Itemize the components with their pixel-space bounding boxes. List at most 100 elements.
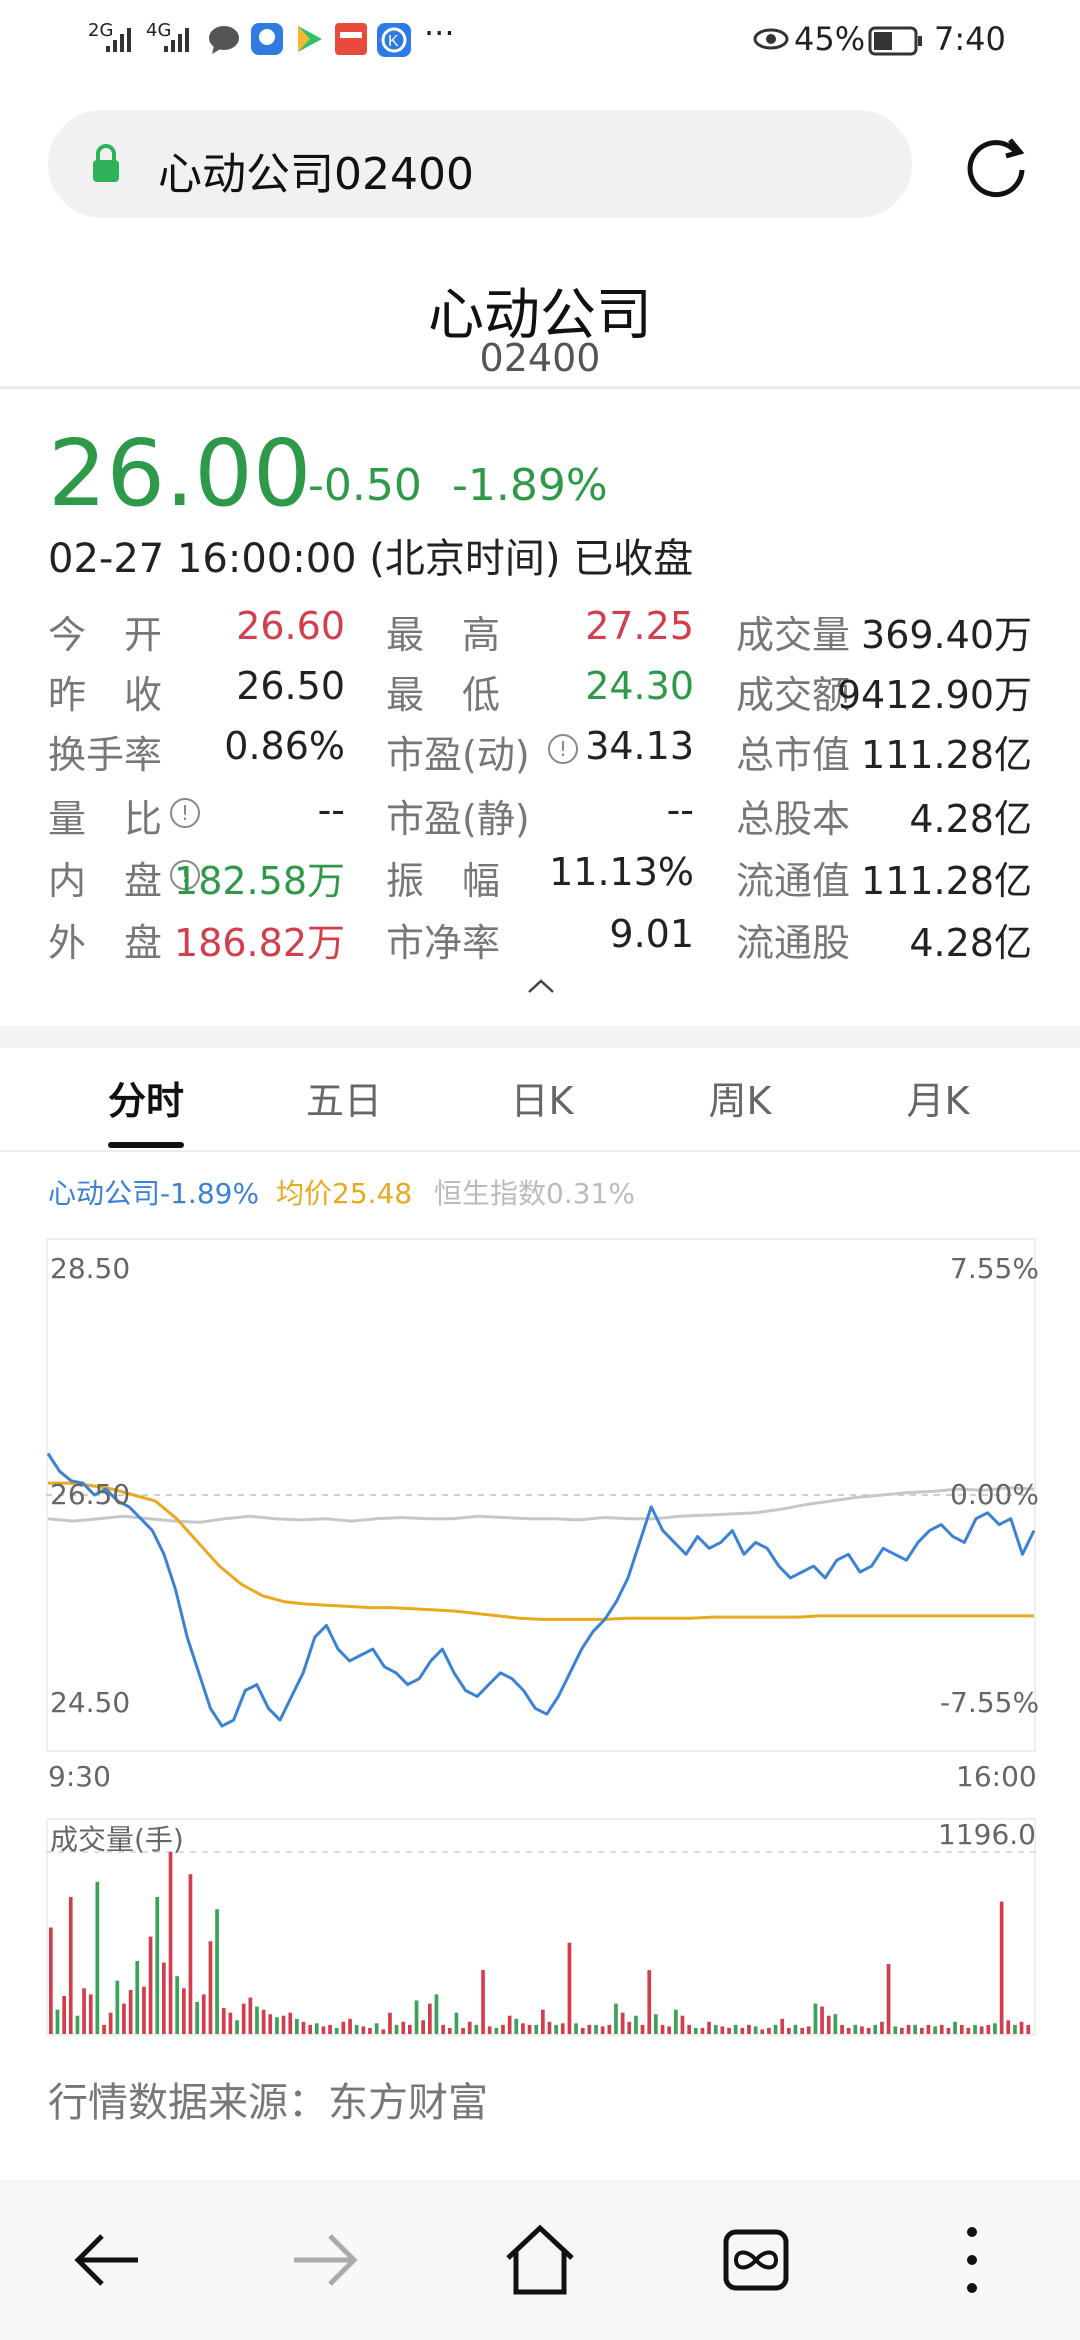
volume-bar [414,2000,419,2034]
address-bar[interactable]: 心动公司02400 [48,110,912,218]
volume-bar [447,2027,452,2034]
volume-bar [993,2023,997,2034]
volume-bar [388,2012,392,2034]
volume-bar [747,2024,751,2034]
stat-value: -- [317,788,345,832]
volume-bar [49,1927,53,2034]
stat-value: 111.28亿 [861,859,1032,903]
volume-bar [295,2018,299,2034]
volume-bar [461,2027,465,2034]
volume-bar [155,1897,160,2034]
volume-bar [182,1988,186,2034]
volume-bar [1006,2020,1011,2034]
volume-bar [175,1976,179,2034]
volume-bar [820,2006,824,2034]
refresh-icon[interactable] [960,130,1032,202]
volume-bar [973,2024,977,2034]
volume-bar [188,1874,193,2034]
volume-bar [946,2027,951,2034]
video-app-icon [298,26,322,52]
volume-bar [886,1964,891,2034]
volume-bar [674,2009,678,2034]
volume-bar [866,2027,871,2034]
volume-bar [328,2024,332,2034]
stat-value: 11.13% [549,850,694,894]
volume-bar [846,2027,851,2034]
volume-bar [401,2021,406,2034]
volume-bar [640,2024,645,2034]
data-source: 行情数据来源：东方财富 [48,2080,488,2126]
tab-3[interactable]: 日K [442,1070,642,1125]
volume-bar [760,2029,765,2034]
home-icon[interactable] [500,2220,580,2300]
volume-bar [700,2027,705,2034]
volume-bar [767,2027,771,2034]
signal-icon [164,28,189,52]
volume-bar [521,2023,525,2034]
volume-bar [514,2018,519,2034]
volume-bar [926,2024,931,2034]
volume-bar [241,2003,246,2034]
volume-bar [168,1852,173,2034]
volume-bar [208,1941,213,2034]
volume-bar [707,2021,711,2034]
battery-icon [868,26,922,56]
intraday-chart[interactable] [46,1238,1036,1752]
volume-bar [381,2029,386,2034]
bottom-navigation [0,2180,1080,2340]
collapse-chevron-icon[interactable] [526,976,556,996]
eye-comfort-icon [753,28,789,50]
volume-bar [873,2024,878,2034]
volume-bar [620,2012,625,2034]
volume-bar [853,2024,858,2034]
battery-percent: 45% [794,20,866,58]
tab-1[interactable]: 分时 [46,1070,246,1125]
volume-bar [321,2026,326,2034]
volume-bar [348,2018,352,2034]
volume-bar [128,1989,133,2034]
volume-bar [434,1994,439,2034]
volume-bar [308,2024,312,2034]
volume-bar [554,2024,558,2034]
more-menu-icon[interactable] [932,2220,1012,2300]
volume-bar [1013,2024,1017,2034]
stat-value: 27.25 [585,604,694,648]
stat-value: 9412.90万 [836,673,1032,717]
sohu-video-icon [335,23,367,55]
legend-stock: 心动公司-1.89% [48,1177,260,1210]
forward-icon[interactable] [284,2220,364,2300]
volume-bar [228,2012,233,2034]
volume-bar [374,2023,379,2034]
signal-icon [106,28,131,52]
volume-bar [587,2024,592,2034]
volume-bar [162,1962,166,2034]
volume-bar [341,2021,346,2034]
volume-bar [62,1996,66,2034]
volume-bar [361,2026,366,2034]
y-axis-right-top-label: 7.55% [950,1252,1039,1285]
volume-bar [394,2024,399,2034]
volume-bar [75,2015,80,2034]
volume-bar [880,2021,884,2034]
back-icon[interactable] [68,2220,148,2300]
more-notifications: ··· [424,14,455,52]
volume-bar [787,2027,791,2034]
tabs-icon[interactable] [716,2220,796,2300]
volume-bar [893,2026,898,2034]
volume-chart[interactable] [46,1818,1036,2036]
tab-2[interactable]: 五日 [244,1070,444,1125]
tab-4[interactable]: 周K [640,1070,840,1125]
volume-bar [334,2027,339,2034]
x-axis-end-label: 16:00 [956,1760,1037,1793]
volume-bar [82,1988,86,2034]
y-axis-top-label: 28.50 [50,1252,131,1285]
volume-bar [654,2014,658,2034]
volume-bar [55,2009,60,2034]
volume-bar [261,2009,266,2034]
price-change-percent: -1.89% [452,460,608,511]
tab-5[interactable]: 月K [838,1070,1038,1125]
volume-bar [920,2027,924,2034]
volume-bar [255,2006,259,2034]
stat-value: 182.58万 [174,859,345,903]
stat-label: 振 幅 [386,859,501,903]
